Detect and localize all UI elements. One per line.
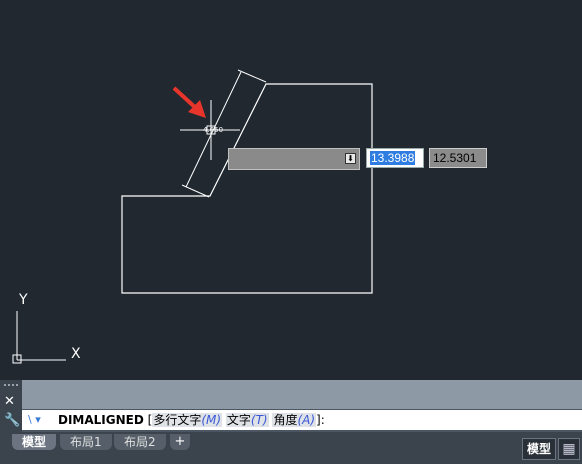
grid-icon[interactable]: ▦ [558,438,580,460]
ucs-icon [12,311,66,364]
command-line-grip[interactable]: ✕ 🔧 [0,380,22,432]
grip-handle-icon[interactable] [4,384,18,390]
close-icon[interactable]: ✕ [4,394,15,409]
command-input-line[interactable]: \ ▾ DIMALIGNED [多行文字(M) 文字(T) 角度(A)]: [22,410,582,430]
command-name: DIMALIGNED [58,413,144,427]
command-prompt: DIMALIGNED [多行文字(M) 文字(T) 角度(A)]: [58,410,325,430]
tab-model[interactable]: 模型 [12,434,57,450]
dynamic-input-first-value[interactable]: 13.3988 [366,148,424,168]
option-angle[interactable]: 角度(A) [272,413,317,427]
command-line-panel: ✕ 🔧 \ ▾ DIMALIGNED [多行文字(M) 文字(T) 角度(A)]… [0,380,582,432]
model-space-toggle[interactable]: 模型 [522,438,556,460]
dimension-text: 4.650 [203,126,223,134]
ucs-x-label: X [71,346,81,362]
command-prefix-icon[interactable]: \ ▾ [28,410,41,430]
dynamic-input-tooltip: ⬇ [228,148,360,170]
ucs-y-label: Y [18,292,28,308]
tab-layout2[interactable]: 布局2 [114,434,166,450]
dynamic-input-second-value[interactable]: 12.5301 [429,148,487,168]
add-layout-button[interactable]: + [170,434,190,450]
drawn-shape [121,83,373,294]
tab-layout1[interactable]: 布局1 [60,434,112,450]
bracket-close: ]: [316,413,325,427]
command-history [22,380,582,409]
first-value-text: 13.3988 [370,151,416,165]
option-text[interactable]: 文字(T) [225,413,269,427]
wrench-icon[interactable]: 🔧 [4,413,20,428]
layout-tab-bar: 模型 布局1 布局2 + 模型 ▦ [0,432,582,464]
red-arrow-icon [172,86,206,118]
tooltip-dropdown-icon[interactable]: ⬇ [345,153,356,164]
drawing-canvas[interactable]: 4.650 Y X [0,0,582,380]
dimension-extension-line-top [237,69,267,83]
option-mtext[interactable]: 多行文字(M) [152,413,223,427]
